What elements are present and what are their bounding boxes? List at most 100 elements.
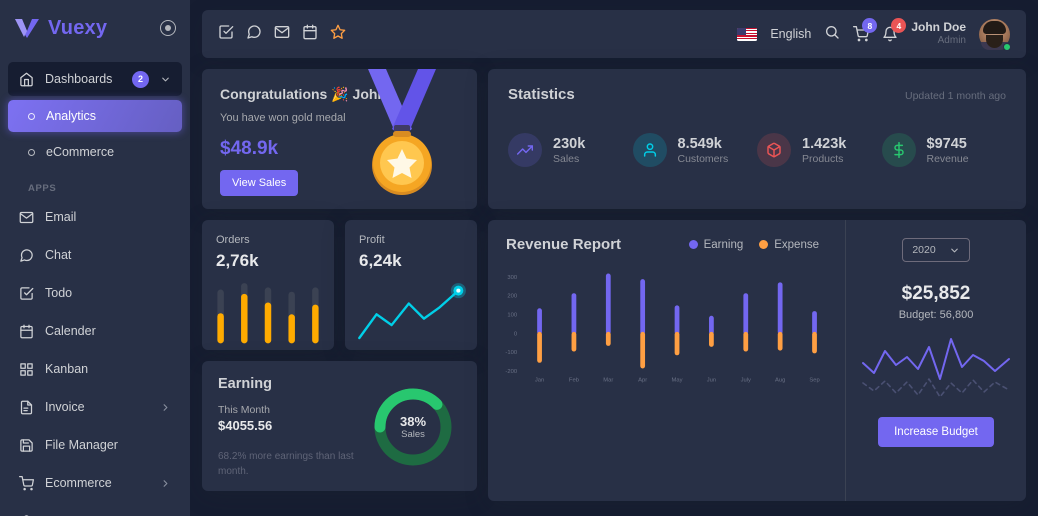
dot-circle-icon [28, 148, 35, 156]
pin-circle-icon[interactable] [160, 20, 176, 36]
svg-text:Jan: Jan [535, 377, 544, 383]
view-sales-button[interactable]: View Sales [220, 170, 299, 196]
sidebar-item-calender[interactable]: Calender [8, 314, 182, 348]
left-column: Congratulations 🎉 John! You have won gol… [202, 69, 477, 501]
legend-item-expense: Expense [759, 239, 819, 251]
user-meta[interactable]: John Doe Admin [911, 20, 966, 48]
statistics-card: Statistics Updated 1 month ago 230k Sale… [488, 69, 1026, 209]
sidebar-item-file-manager[interactable]: File Manager [8, 428, 182, 462]
status-badge [1003, 42, 1011, 51]
sidebar-item-label: File Manager [45, 438, 118, 452]
budget-amount: $25,852 [901, 283, 971, 304]
check-square-icon [19, 286, 34, 301]
svg-text:May: May [672, 377, 683, 383]
profit-line-chart [355, 282, 467, 340]
star-icon[interactable] [330, 24, 346, 45]
chat-bubble-icon[interactable] [246, 24, 262, 45]
legend-dot-earning [688, 240, 698, 249]
language-label[interactable]: English [770, 27, 811, 41]
stat-sales: 230k Sales [508, 133, 633, 167]
vuexy-logo-icon [14, 17, 40, 39]
main-area: English 8 4 John Doe Admin Congratulatio… [190, 0, 1038, 516]
user-role: Admin [937, 35, 966, 47]
stat-label: Revenue [926, 153, 969, 166]
stat-revenue: $9745 Revenue [881, 133, 1007, 167]
search-icon[interactable] [824, 24, 840, 45]
budget-subtitle: Budget: 56,800 [898, 309, 974, 321]
sidebar-item-chat[interactable]: Chat [8, 238, 182, 272]
revenue-legend: Earning Expense [688, 238, 827, 251]
right-column: Statistics Updated 1 month ago 230k Sale… [488, 69, 1026, 501]
sidebar-subitem-label: Analytics [46, 109, 97, 123]
stat-value: 8.549k [677, 135, 722, 152]
budget-sparkline-chart [861, 335, 1011, 399]
sidebar-item-ecommerce-dash[interactable]: eCommerce [8, 136, 182, 168]
svg-text:Jun: Jun [707, 377, 716, 383]
sidebar-item-email[interactable]: Email [8, 200, 182, 234]
calendar-icon[interactable] [302, 24, 318, 45]
earning-note: 68.2% more earnings than last month. [218, 451, 354, 477]
year-select-value: 2020 [912, 244, 936, 256]
orders-title: Orders [216, 234, 250, 246]
chevron-right-icon [160, 478, 171, 489]
svg-text:-200: -200 [505, 369, 517, 375]
avatar-beard [986, 34, 1003, 48]
sidebar-item-invoice[interactable]: Invoice [8, 390, 182, 424]
user-name: John Doe [911, 20, 966, 35]
stat-value: 230k [553, 135, 586, 152]
cart-badge: 8 [862, 18, 878, 33]
legend-label: Expense [774, 238, 819, 251]
sidebar-item-label: Dashboards [45, 72, 113, 86]
chevron-right-icon [160, 402, 171, 413]
svg-text:July: July [741, 377, 751, 383]
sidebar-item-ecommerce[interactable]: Ecommerce [8, 466, 182, 500]
sidebar-item-analytics[interactable]: Analytics [8, 100, 182, 132]
legend-dot-expense [759, 240, 769, 249]
congratulations-card: Congratulations 🎉 John! You have won gol… [202, 69, 477, 209]
earning-donut-center: 38% Sales [371, 414, 455, 440]
svg-text:100: 100 [507, 313, 517, 319]
sidebar-item-dashboards[interactable]: Dashboards 2 [8, 62, 182, 96]
check-square-icon[interactable] [218, 24, 234, 45]
user-icon [632, 133, 667, 167]
sidebar-item-label: Kanban [45, 362, 89, 376]
legend-label: Earning [703, 238, 744, 251]
brand-name: Vuexy [48, 16, 108, 39]
trending-up-icon [508, 133, 542, 167]
sidebar-item-label: Ecommerce [45, 476, 112, 490]
sidebar-item-label: Invoice [45, 400, 85, 414]
chevron-down-icon [949, 245, 960, 256]
revenue-header: Revenue Report Earning Expense [506, 236, 827, 253]
cart-button[interactable]: 8 [853, 18, 878, 42]
earning-card: Earning This Month $4055.56 68.2% more e… [202, 361, 477, 491]
notifications-button[interactable]: 4 [882, 18, 907, 42]
navbar-quick-links [218, 24, 346, 45]
sidebar-item-label: Calender [45, 324, 96, 338]
avatar[interactable] [979, 18, 1011, 51]
revenue-bar-chart: 300 200 100 0 -100 -200 Jan Feb Mar Apr May Jun July… [498, 268, 837, 497]
avatar-hair [983, 20, 1006, 34]
chevron-down-icon [160, 74, 171, 85]
navbar-right: English 8 4 John Doe Admin [737, 18, 1011, 51]
stat-value: $9745 [926, 135, 967, 152]
sidebar-item-label: Email [45, 210, 77, 224]
orders-value: 2,76k [216, 251, 259, 270]
year-select[interactable]: 2020 [902, 238, 970, 262]
mail-icon[interactable] [274, 24, 290, 45]
sidebar-item-todo[interactable]: Todo [8, 276, 182, 310]
sidebar-nav: Dashboards 2 Analytics eCommerce APPS Em… [0, 56, 190, 516]
mini-cards-row: Orders 2,76k Profit 6,24k [202, 220, 477, 350]
earning-donut-chart: 38% Sales [371, 385, 455, 469]
sidebar-item-kanban[interactable]: Kanban [8, 352, 182, 386]
increase-budget-button[interactable]: Increase Budget [878, 417, 994, 447]
dot-circle-icon [28, 112, 35, 120]
sidebar-subitem-label: eCommerce [46, 145, 115, 159]
us-flag-icon[interactable] [737, 27, 758, 41]
stat-customers: 8.549k Customers [632, 133, 758, 167]
earning-donut-percent: 38% [399, 414, 427, 429]
sidebar-item-user[interactable]: User [8, 504, 182, 516]
brand-header: Vuexy [0, 0, 190, 56]
orders-bar-chart [212, 282, 324, 344]
legend-item-earning: Earning [688, 238, 744, 251]
svg-text:Sep: Sep [809, 377, 819, 383]
